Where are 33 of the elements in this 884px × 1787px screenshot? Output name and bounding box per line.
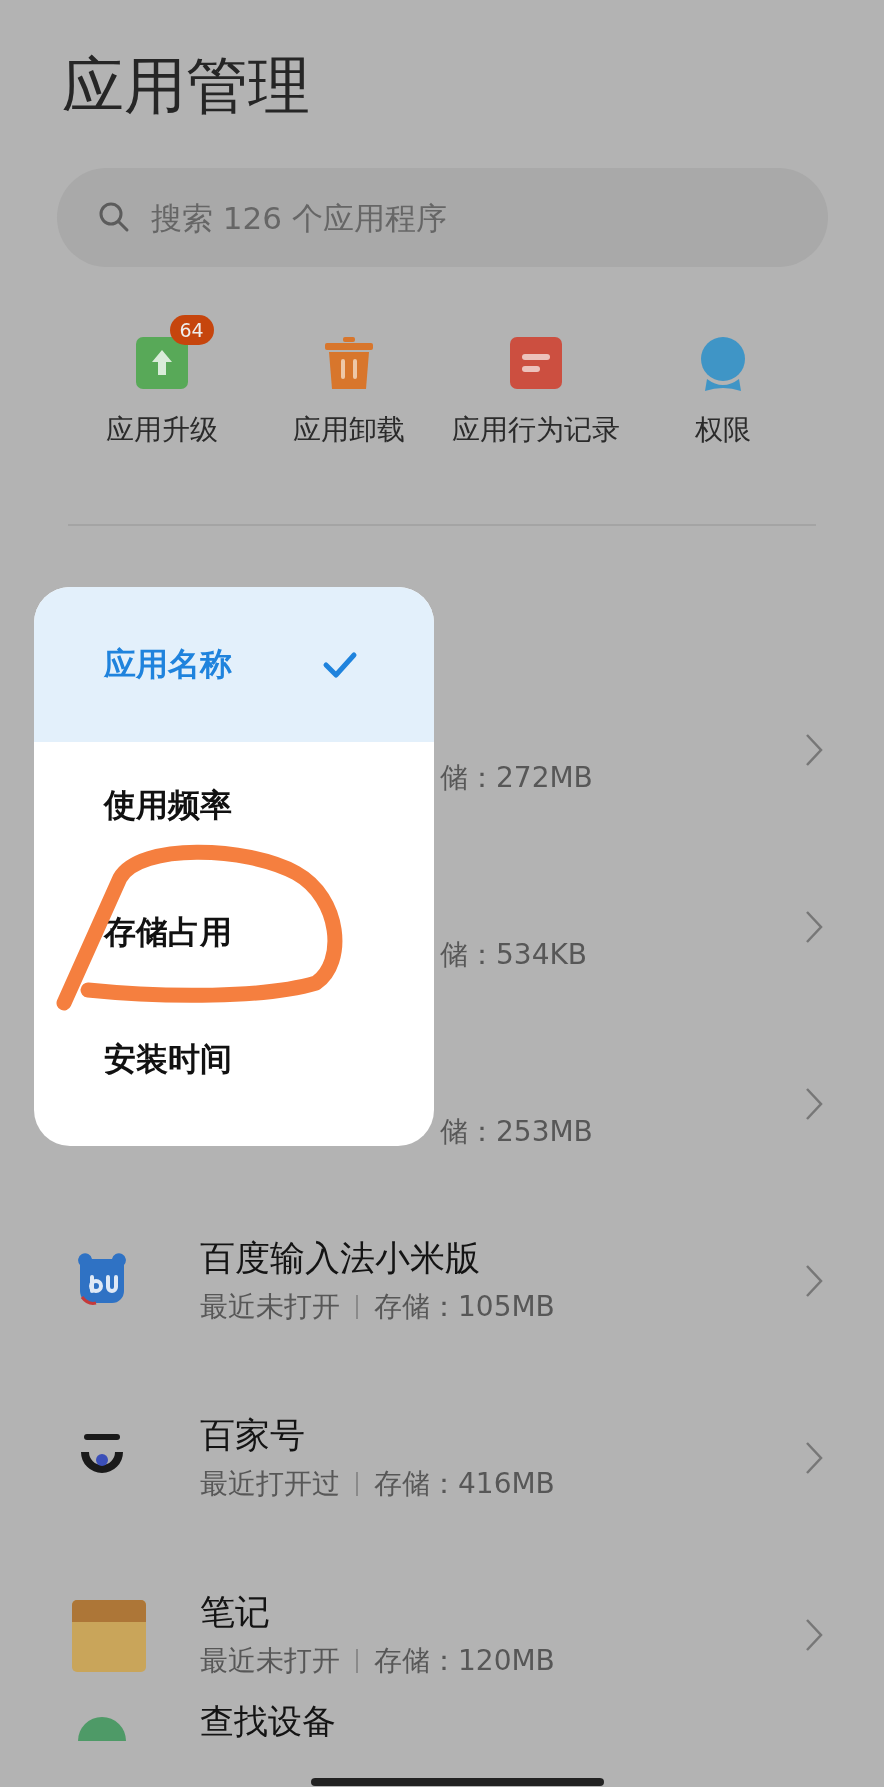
app-list-item[interactable]: 百家号 最近打开过 存储：416MB (0, 1369, 884, 1546)
sort-option[interactable]: 安装时间 (34, 996, 434, 1123)
usage-text: 最近未打开 (200, 1642, 340, 1679)
search-field[interactable]: 搜索 126 个应用程序 (57, 168, 828, 267)
app-list-item[interactable]: 百度输入法小米版 最近未打开 存储：105MB (0, 1192, 884, 1369)
action-label: 权限 (694, 412, 751, 448)
note-icon (507, 335, 564, 391)
action-label: 应用升级 (105, 412, 218, 448)
quick-action-button[interactable]: 64 应用升级 (68, 311, 255, 449)
storage-text: 储：253MB (440, 1113, 594, 1150)
action-label: 应用卸载 (292, 412, 405, 448)
sort-option[interactable]: 存储占用 (34, 869, 434, 996)
checkmark-icon (322, 649, 358, 680)
action-label: 应用行为记录 (451, 412, 620, 448)
storage-text: 存储：105MB (374, 1288, 555, 1325)
usage-text: 最近未打开 (200, 1288, 340, 1325)
usage-text: 最近打开过 (200, 1465, 340, 1502)
storage-text: 存储：416MB (374, 1465, 555, 1502)
app-name: 百度输入法小米版 (200, 1236, 481, 1280)
upgrade-icon (133, 335, 190, 391)
app-name: 查找设备 (200, 1701, 336, 1741)
storage-text: 储：534KB (440, 936, 588, 973)
quick-action-button[interactable]: 权限 (629, 311, 816, 449)
page-title: 应用管理 (62, 48, 311, 124)
app-name: 笔记 (200, 1590, 271, 1634)
quick-action-button[interactable]: 应用卸载 (255, 311, 442, 449)
storage-text: 储：272MB (440, 759, 594, 796)
quick-action-button[interactable]: 应用行为记录 (442, 311, 629, 449)
search-icon (97, 200, 131, 234)
storage-text: 存储：120MB (374, 1642, 555, 1679)
sort-option[interactable]: 使用频率 (34, 742, 434, 869)
app-name: 百家号 (200, 1413, 306, 1457)
count-badge: 64 (169, 315, 214, 345)
